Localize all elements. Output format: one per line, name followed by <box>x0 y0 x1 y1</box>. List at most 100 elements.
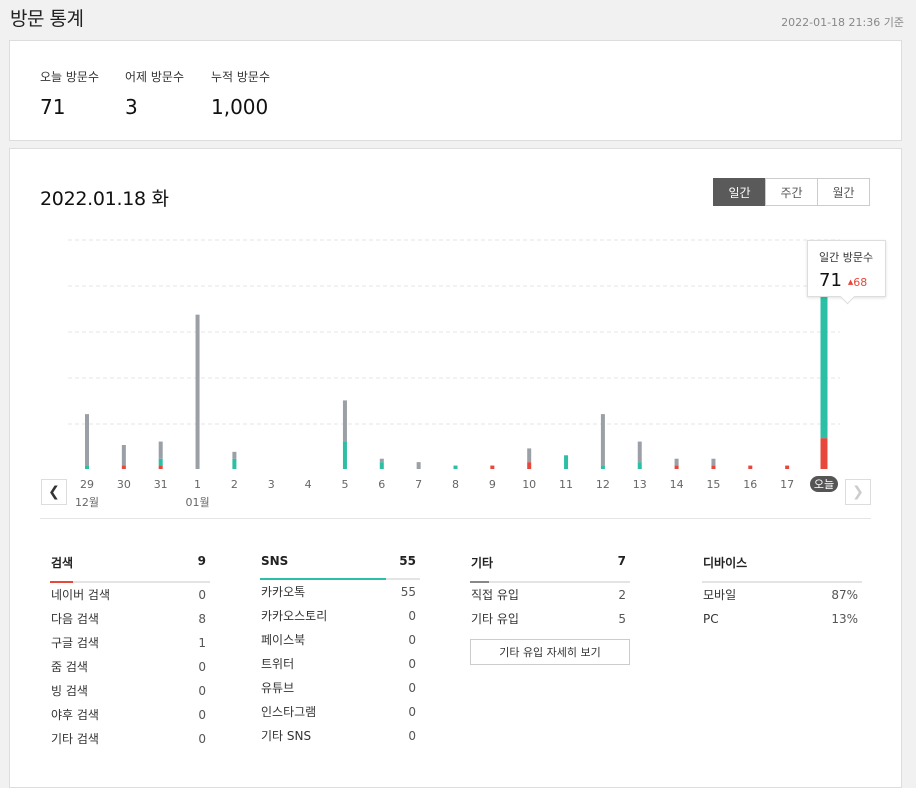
x-tick-label: 8 <box>452 478 459 491</box>
bar-segment <box>379 458 384 463</box>
stat-value: 71 <box>40 95 66 119</box>
x-tick-label: 15 <box>706 478 720 491</box>
bar-segment <box>711 458 716 466</box>
prev-period-button[interactable]: ❮ <box>41 479 67 505</box>
x-tick-label: 9 <box>489 478 496 491</box>
tooltip-label: 일간 방문수 <box>819 251 874 264</box>
section-title: 디바이스 <box>703 556 748 570</box>
bar-segment <box>85 414 89 466</box>
x-tick-label: 1 <box>194 478 201 491</box>
chevron-right-icon: ❯ <box>852 484 864 500</box>
tooltip-diff: ▲68 <box>848 276 867 289</box>
x-tick-label: 11 <box>559 478 573 491</box>
section-accent-bar <box>260 578 386 580</box>
x-tick-label: 6 <box>378 478 385 491</box>
section-accent-bar <box>470 581 489 583</box>
summary-card: 오늘 방문수 71 어제 방문수 3 누적 방문수 1,000 <box>9 40 902 141</box>
section-accent-bar <box>50 581 73 583</box>
list-item: 구글 검색 1 <box>51 636 206 650</box>
next-period-button[interactable]: ❯ <box>845 479 871 505</box>
x-tick-label: 10 <box>522 478 536 491</box>
section-title: 기타 <box>471 556 494 570</box>
x-tick-label: 오늘 <box>814 478 834 491</box>
chart-card: 2022.01.18 화 일간 주간 월간 29 30 31 1 2 3 4 5 6 7 8 9 10 1… <box>9 148 902 788</box>
stat-total: 누적 방문수 1,000 <box>211 68 270 119</box>
section-total: 9 <box>197 554 206 568</box>
x-tick-label: 29 <box>80 478 94 491</box>
bar-segment <box>748 465 753 469</box>
bar-segment <box>527 462 532 469</box>
month-label: 01월 <box>185 496 209 509</box>
stat-yesterday: 어제 방문수 3 <box>125 68 184 119</box>
bar-segment <box>820 438 828 469</box>
list-item: 유튜브 0 <box>261 681 416 695</box>
list-item: 기타 유입 5 <box>471 612 626 626</box>
bar-segment <box>674 465 679 469</box>
as-of-timestamp: 2022-01-18 21:36 기준 <box>781 16 904 29</box>
section-total: 55 <box>399 554 416 568</box>
x-tick-label: 16 <box>743 478 757 491</box>
bar-segment <box>600 414 605 466</box>
visits-chart: 29 30 31 1 2 3 4 5 6 7 8 9 10 11 12 13 14 15 16 17 오늘12월 01월 <box>68 239 840 509</box>
bar-segment <box>379 462 384 469</box>
list-item: 트위터 0 <box>261 657 416 671</box>
bar-segment <box>637 462 642 469</box>
section-total: 7 <box>617 554 626 568</box>
list-item: 기타 검색 0 <box>51 732 206 746</box>
stat-label: 오늘 방문수 <box>40 70 100 84</box>
x-tick-label: 13 <box>633 478 647 491</box>
list-item: 빙 검색 0 <box>51 684 206 698</box>
other-section: 기타 7 직접 유입 2 기타 유입 5 기타 유입 자세히 보기 <box>470 554 630 665</box>
list-item: 페이스북 0 <box>261 633 416 647</box>
bar-segment <box>158 465 163 469</box>
stat-today: 오늘 방문수 71 <box>40 68 99 119</box>
device-section: 디바이스 모바일 87% PC 13% <box>702 554 862 631</box>
stat-label: 누적 방문수 <box>211 70 271 84</box>
chevron-left-icon: ❮ <box>48 484 60 500</box>
x-tick-label: 17 <box>780 478 794 491</box>
x-tick-label: 7 <box>415 478 422 491</box>
list-item: 모바일 87% <box>703 588 858 602</box>
other-inflow-detail-button[interactable]: 기타 유입 자세히 보기 <box>470 639 630 665</box>
bar-segment <box>674 458 679 466</box>
list-item: 인스타그램 0 <box>261 705 416 719</box>
bar-segment <box>785 465 790 469</box>
bar-segment <box>195 314 200 469</box>
list-item: 줌 검색 0 <box>51 660 206 674</box>
list-item: 직접 유입 2 <box>471 588 626 602</box>
bar-segment <box>490 465 495 469</box>
bar-segment <box>342 441 347 469</box>
bar-segment <box>158 458 163 466</box>
list-item: 카카오톡 55 <box>261 585 416 599</box>
x-tick-label: 4 <box>305 478 312 491</box>
section-title: 검색 <box>51 556 74 570</box>
list-item: 다음 검색 8 <box>51 612 206 626</box>
divider <box>40 518 871 519</box>
list-item: 네이버 검색 0 <box>51 588 206 602</box>
stat-value: 1,000 <box>211 95 269 119</box>
tooltip-value: 71 <box>819 270 842 291</box>
list-item: 야후 검색 0 <box>51 708 206 722</box>
sns-section: SNS 55 카카오톡 55 카카오스토리 0 페이스북 0 트위터 0 유튜브 0 인스타… <box>260 554 420 748</box>
tooltip-diff-value: 68 <box>853 276 868 289</box>
bar-segment <box>711 465 716 469</box>
bar-segment <box>637 441 642 463</box>
daily-visits-tooltip: 일간 방문수 71 ▲68 <box>807 240 886 297</box>
month-label: 12월 <box>75 496 99 509</box>
stat-value: 3 <box>125 95 138 119</box>
stat-label: 어제 방문수 <box>125 70 185 84</box>
page-title: 방문 통계 <box>10 8 84 30</box>
bar-segment <box>158 441 163 459</box>
x-tick-label: 31 <box>154 478 168 491</box>
list-item: PC 13% <box>703 612 858 626</box>
x-tick-label: 5 <box>341 478 348 491</box>
bar-segment <box>600 465 605 469</box>
x-tick-label: 12 <box>596 478 610 491</box>
section-title: SNS <box>261 554 289 568</box>
bar-segment <box>453 465 458 469</box>
bar-segment <box>232 451 237 459</box>
bar-segment <box>416 462 421 469</box>
list-item: 기타 SNS 0 <box>261 729 416 743</box>
bar-segment <box>85 465 89 469</box>
x-tick-label: 3 <box>268 478 275 491</box>
